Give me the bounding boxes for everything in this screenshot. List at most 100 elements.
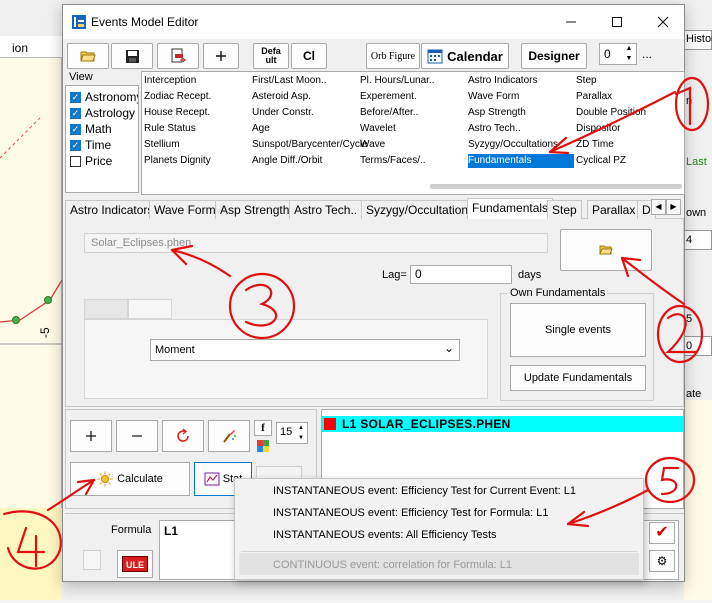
grid-item[interactable]: Planets Dignity: [144, 154, 211, 168]
inner-tab[interactable]: [128, 299, 172, 319]
remove-line-button[interactable]: [116, 420, 158, 452]
orb-figure-button[interactable]: Orb Figure: [366, 43, 420, 69]
checkbox-checked-icon[interactable]: ✓: [70, 139, 81, 151]
tab-fundamentals[interactable]: Fundamentals: [467, 198, 554, 220]
grid-item[interactable]: Under Constr.: [252, 106, 314, 120]
style-button[interactable]: [208, 420, 250, 452]
tab-syzygy-occultations[interactable]: Syzygy/Occultations: [361, 200, 480, 219]
checkbox-checked-icon[interactable]: ✓: [70, 107, 81, 119]
app-icon: [72, 15, 86, 29]
export-button[interactable]: [157, 43, 199, 69]
view-item-time[interactable]: ✓ Time: [70, 138, 111, 152]
open-fundamentals-file-button[interactable]: [560, 229, 652, 271]
grid-item[interactable]: Double Position: [576, 106, 646, 120]
open-button[interactable]: [67, 43, 109, 69]
grid-item[interactable]: Asteroid Asp.: [252, 90, 311, 104]
view-item-astronomy[interactable]: ✓ Astronomy: [70, 90, 139, 104]
rule-button[interactable]: ULE: [117, 550, 153, 578]
grid-item[interactable]: Interception: [144, 74, 196, 88]
background-left-header: [0, 36, 62, 58]
grid-item[interactable]: Wave Form: [468, 90, 519, 104]
view-item-label: Math: [85, 122, 112, 136]
formula-tools-button[interactable]: ⚙: [649, 550, 675, 572]
color-palette-icon[interactable]: [257, 440, 269, 452]
background-right-text: own: [686, 207, 707, 219]
default-button[interactable]: Defa ult: [253, 43, 289, 69]
grid-item[interactable]: Age: [252, 122, 270, 136]
minus-icon: [132, 435, 142, 437]
single-events-button[interactable]: Single events: [510, 303, 646, 357]
grid-item[interactable]: Angle Diff./Orbit: [252, 154, 322, 168]
calendar-button[interactable]: Calendar: [421, 43, 509, 69]
grid-item[interactable]: Astro Tech..: [468, 122, 521, 136]
grid-horizontal-scrollbar[interactable]: [430, 184, 682, 189]
designer-button[interactable]: Designer: [521, 43, 587, 69]
grid-item[interactable]: Before/After..: [360, 106, 418, 120]
grid-item[interactable]: Sunspot/Barycenter/Cycle: [252, 138, 368, 152]
tab-parallax[interactable]: Parallax: [587, 200, 641, 219]
menu-item-all-efficiency-tests[interactable]: INSTANTANEOUS events: All Efficiency Tes…: [235, 524, 643, 546]
spin-arrows-icon[interactable]: ▲ ▼: [622, 44, 636, 64]
checkbox-checked-icon[interactable]: ✓: [70, 91, 81, 103]
grid-item[interactable]: Step: [576, 74, 597, 88]
checkbox-checked-icon[interactable]: ✓: [70, 123, 81, 135]
close-button[interactable]: [640, 5, 686, 39]
grid-item[interactable]: Wavelet: [360, 122, 396, 136]
tab-asp-strength[interactable]: Asp Strength: [215, 200, 295, 219]
checkbox-unchecked-icon[interactable]: [70, 155, 81, 167]
menu-item-efficiency-current-event[interactable]: INSTANTANEOUS event: Efficiency Test for…: [235, 480, 643, 502]
grid-item[interactable]: Terms/Faces/..: [360, 154, 426, 168]
chevron-right-icon[interactable]: ▶: [666, 199, 681, 215]
fundamentals-file-field[interactable]: Solar_Eclipses.phen: [84, 233, 548, 253]
tab-wave-form[interactable]: Wave Form: [149, 200, 221, 219]
maximize-button[interactable]: [594, 5, 640, 39]
chevron-down-icon[interactable]: ⌄: [444, 341, 454, 355]
menu-item-continuous-correlation[interactable]: CONTINUOUS event: correlation for Formul…: [235, 554, 643, 576]
tab-astro-indicators[interactable]: Astro Indicators: [65, 200, 159, 219]
grid-item[interactable]: Experement.: [360, 90, 417, 104]
spin-arrows-icon[interactable]: ▲ ▼: [298, 423, 304, 443]
grid-item[interactable]: House Recept.: [144, 106, 210, 120]
add-line-button[interactable]: [70, 420, 112, 452]
formula-option-button[interactable]: [83, 550, 101, 570]
tab-step[interactable]: Step: [547, 200, 582, 219]
grid-item-selected[interactable]: Fundamentals: [468, 154, 574, 168]
save-button[interactable]: [111, 43, 153, 69]
view-item-label: Astronomy: [85, 90, 139, 104]
list-item-selected[interactable]: L1 SOLAR_ECLIPSES.PHEN: [322, 416, 683, 432]
grid-item[interactable]: Zodiac Recept.: [144, 90, 211, 104]
chevron-left-icon[interactable]: ◀: [651, 199, 666, 215]
list-item-label: L1 SOLAR_ECLIPSES.PHEN: [342, 417, 511, 431]
view-item-math[interactable]: ✓ Math: [70, 122, 112, 136]
minimize-button[interactable]: [548, 5, 594, 39]
font-button[interactable]: f: [254, 420, 272, 436]
cl-button[interactable]: Cl: [291, 43, 327, 69]
lag-input[interactable]: 0: [410, 265, 512, 284]
moment-select[interactable]: Moment: [150, 339, 460, 361]
menu-item-efficiency-formula[interactable]: INSTANTANEOUS event: Efficiency Test for…: [235, 502, 643, 524]
grid-item[interactable]: Astro Indicators: [468, 74, 537, 88]
view-item-astrology[interactable]: ✓ Astrology: [70, 106, 135, 120]
grid-item[interactable]: Asp Strength: [468, 106, 526, 120]
grid-item[interactable]: Rule Status: [144, 122, 196, 136]
apply-formula-button[interactable]: ✔: [649, 522, 675, 544]
grid-item[interactable]: Dispositor: [576, 122, 620, 136]
grid-item[interactable]: Pl. Hours/Lunar..: [360, 74, 434, 88]
calculate-button[interactable]: Calculate: [70, 462, 190, 496]
refresh-button[interactable]: [162, 420, 204, 452]
inner-tab[interactable]: [84, 299, 128, 319]
add-event-button[interactable]: [203, 43, 239, 69]
grid-item[interactable]: Stellium: [144, 138, 180, 152]
grid-item[interactable]: Cyclical PZ: [576, 154, 626, 168]
tab-astro-tech[interactable]: Astro Tech..: [289, 200, 363, 219]
grid-item[interactable]: Wave: [360, 138, 385, 152]
background-right-text: Last: [686, 156, 707, 168]
title-bar[interactable]: Events Model Editor: [63, 5, 684, 39]
grid-item[interactable]: ZD Time: [576, 138, 614, 152]
update-fundamentals-button[interactable]: Update Fundamentals: [510, 365, 646, 391]
more-button[interactable]: ...: [642, 47, 652, 61]
grid-item[interactable]: Parallax: [576, 90, 612, 104]
view-item-price[interactable]: Price: [70, 154, 112, 168]
grid-item[interactable]: Syzygy/Occultations: [468, 138, 558, 152]
grid-item[interactable]: First/Last Moon..: [252, 74, 326, 88]
